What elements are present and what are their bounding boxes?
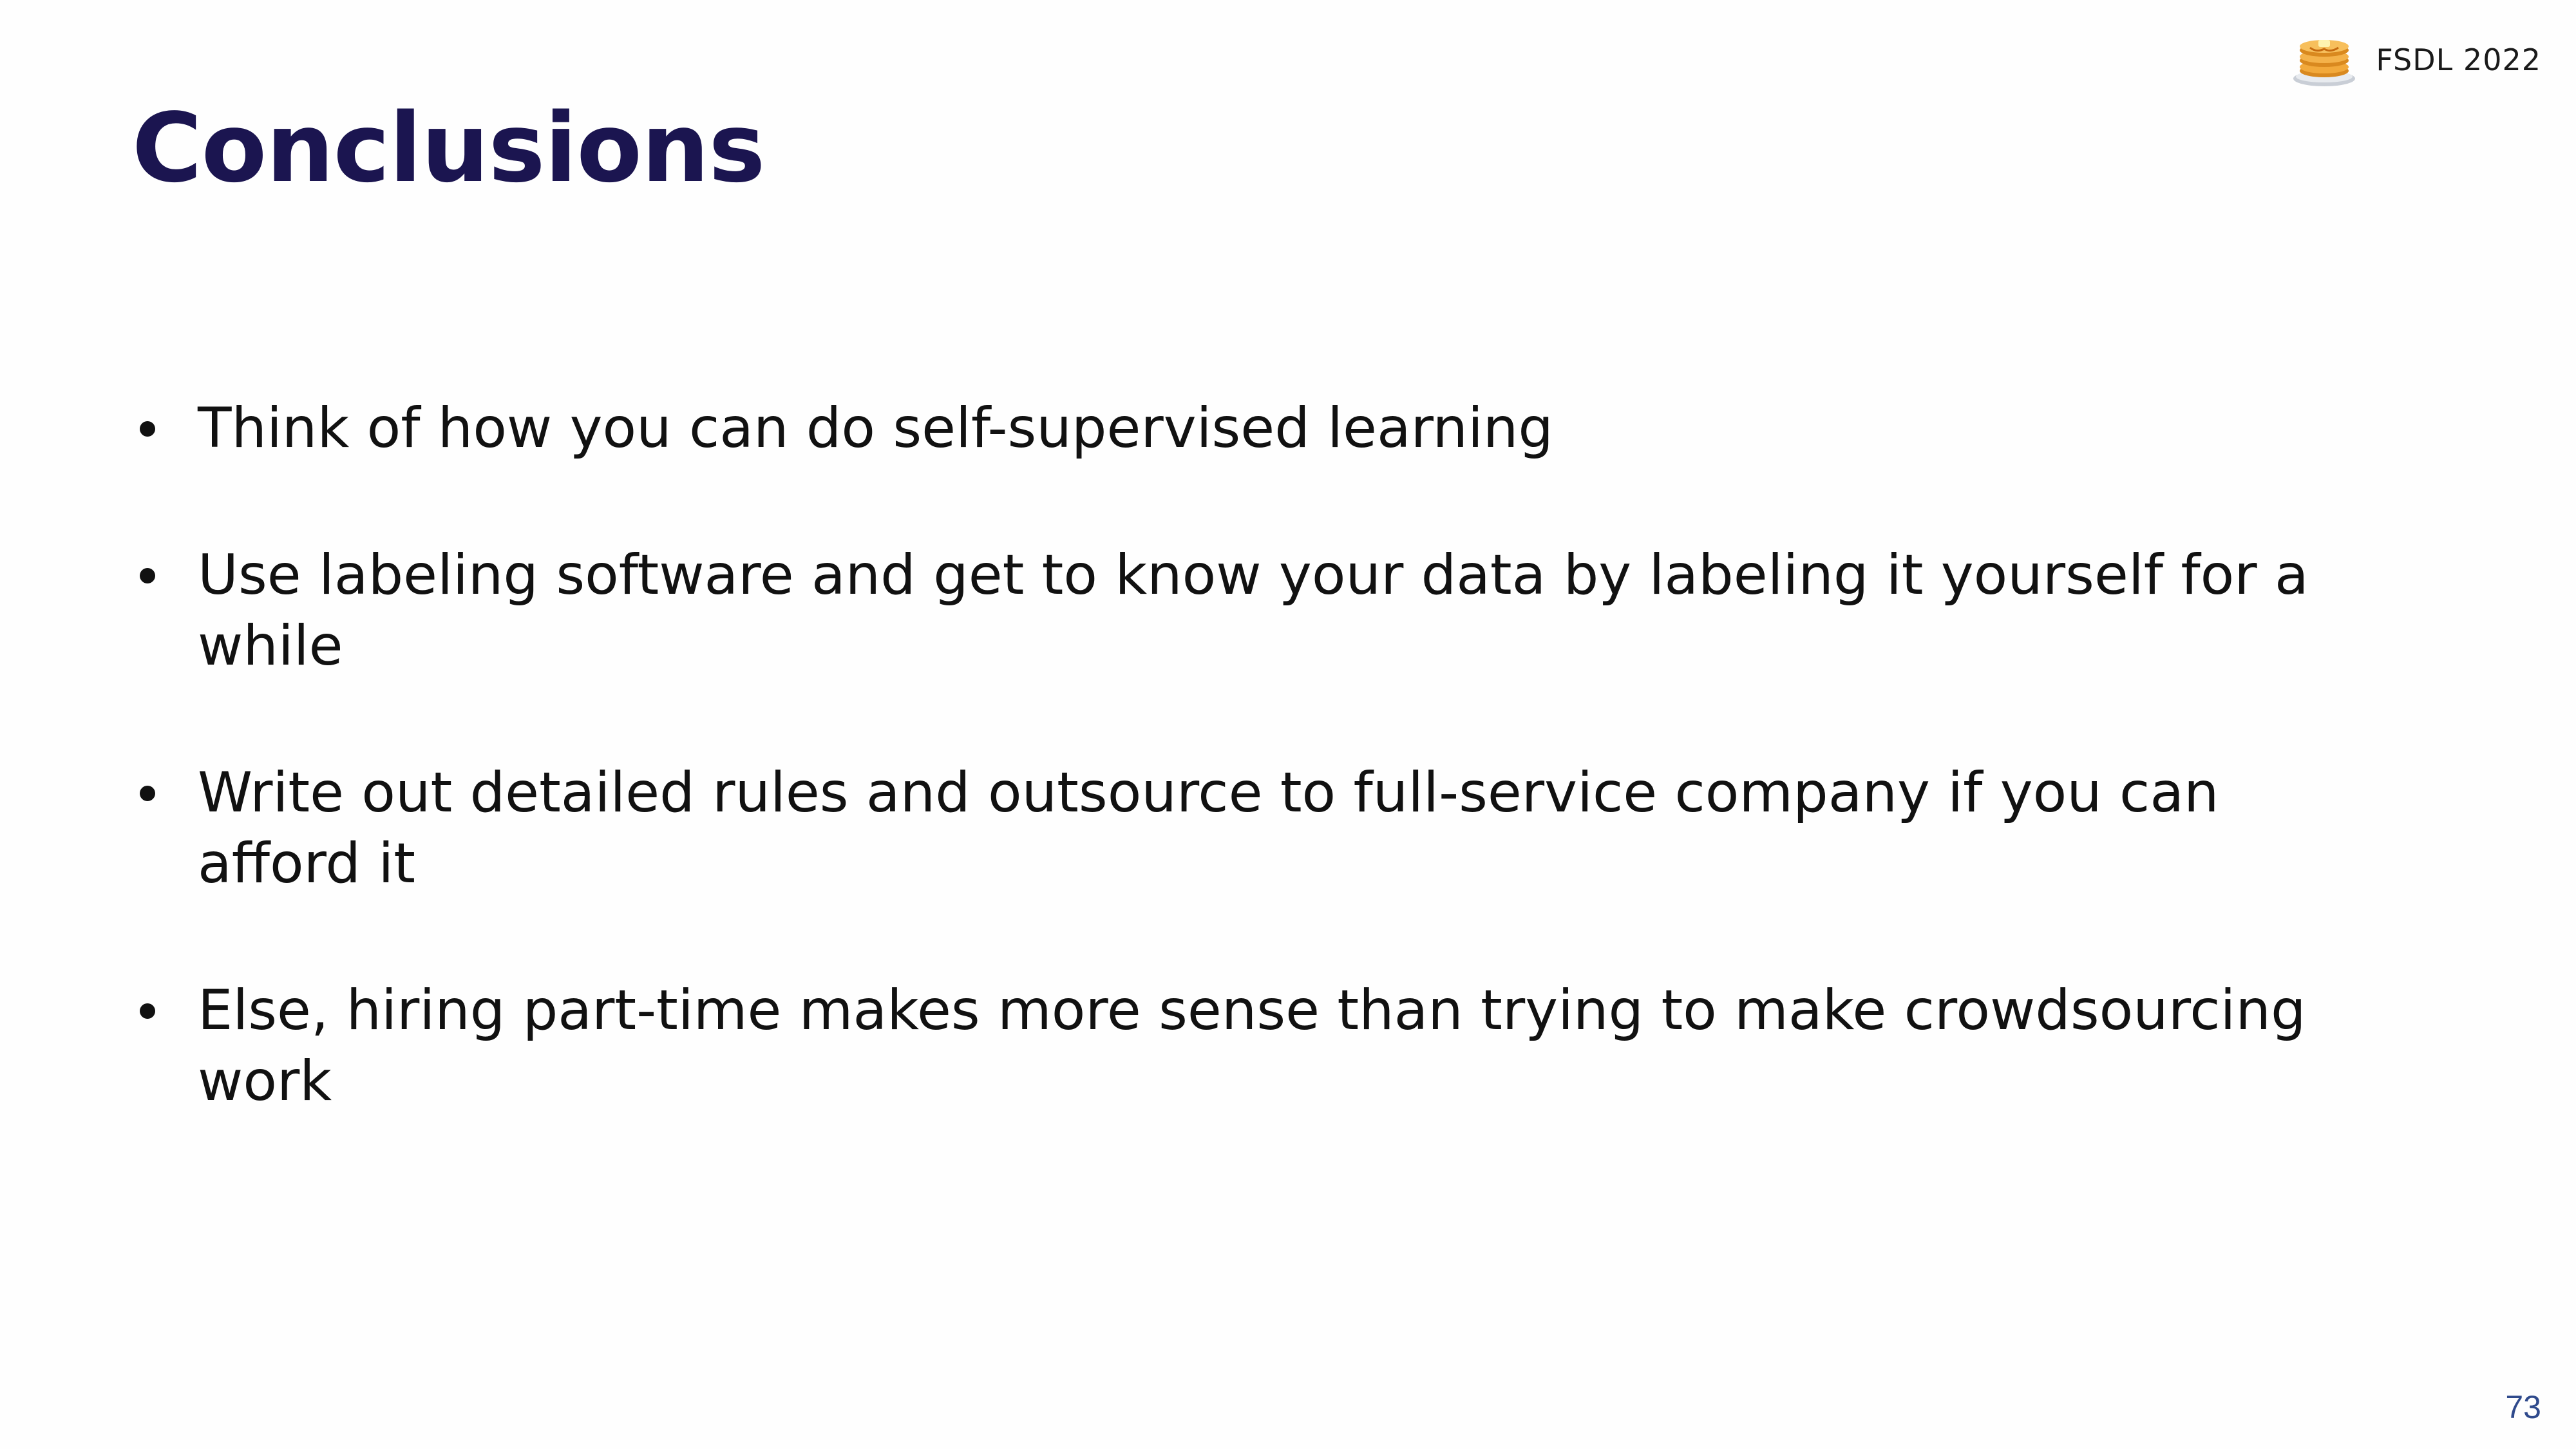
bullet-dot-icon	[140, 786, 155, 801]
bullet-text: Think of how you can do self-supervised …	[198, 396, 1553, 460]
pancake-stack-icon	[2293, 40, 2356, 86]
list-item: Else, hiring part-time makes more sense …	[132, 975, 2386, 1117]
bullet-list: Think of how you can do self-supervised …	[132, 393, 2386, 1193]
bullet-dot-icon	[140, 568, 155, 583]
list-item: Write out detailed rules and outsource t…	[132, 757, 2386, 899]
brand-label: FSDL 2022	[2376, 43, 2541, 77]
bullet-text: Use labeling software and get to know yo…	[198, 543, 2309, 678]
list-item: Use labeling software and get to know yo…	[132, 540, 2386, 681]
slide-title: Conclusions	[132, 93, 765, 204]
brand-header: FSDL 2022	[2291, 31, 2541, 89]
list-item: Think of how you can do self-supervised …	[132, 393, 2386, 464]
bullet-text: Else, hiring part-time makes more sense …	[198, 978, 2306, 1113]
bullet-dot-icon	[140, 421, 155, 437]
bullet-dot-icon	[140, 1003, 155, 1019]
page-number: 73	[2505, 1389, 2541, 1425]
bullet-text: Write out detailed rules and outsource t…	[198, 761, 2219, 896]
slide: Conclusions FSDL 2022 Think of how you c…	[0, 0, 2576, 1449]
